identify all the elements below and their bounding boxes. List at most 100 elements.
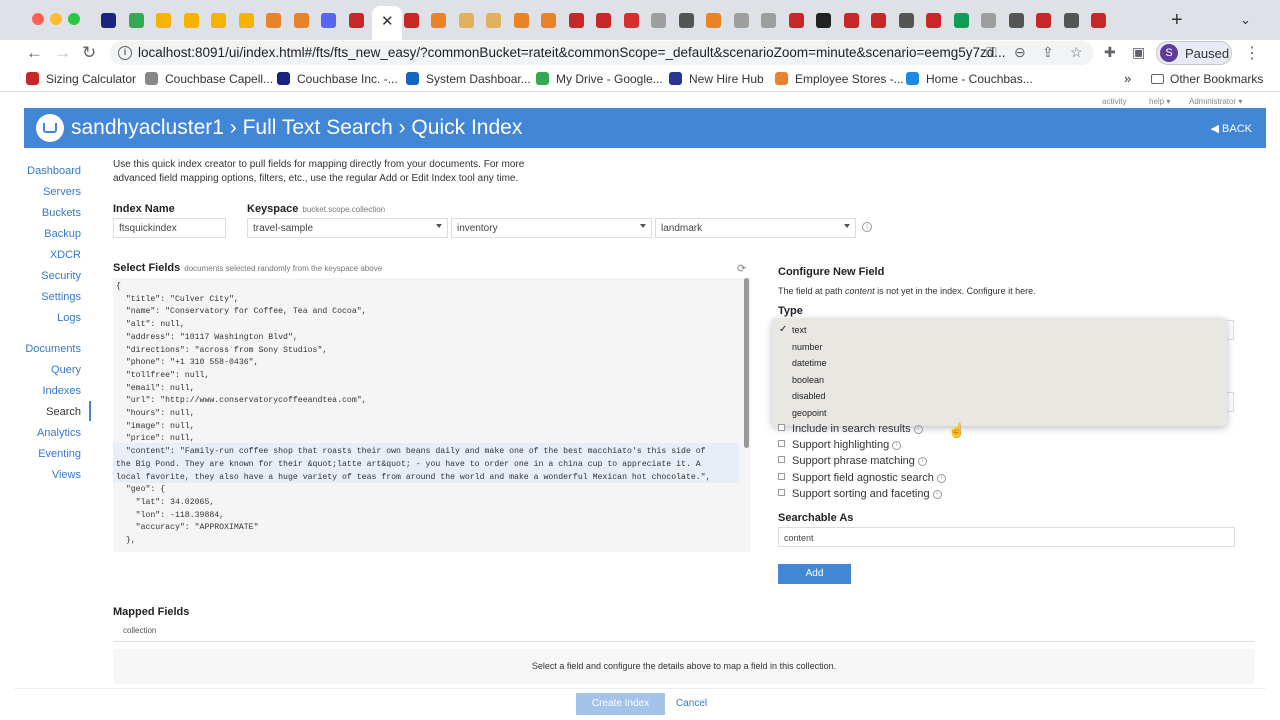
tab-favicon[interactable] [981,13,996,28]
info-icon[interactable]: i [913,425,923,434]
checkbox[interactable] [778,424,785,431]
collection-select[interactable]: landmark [655,218,856,238]
type-option-disabled[interactable]: disabled [792,391,826,401]
tab-search-icon[interactable]: ⌄ [1240,12,1251,28]
bookmarks-overflow-button[interactable]: » [1124,71,1131,86]
sidebar-item-views[interactable]: Views [52,469,81,481]
type-option-datetime[interactable]: datetime [792,358,827,368]
tab-favicon[interactable] [596,13,611,28]
type-option-text[interactable]: text [792,325,807,335]
json-line[interactable]: "email": null, [116,384,195,393]
sidebar-item-eventing[interactable]: Eventing [38,448,81,460]
type-option-number[interactable]: number [792,342,823,352]
type-option-boolean[interactable]: boolean [792,375,824,385]
json-line[interactable]: the Big Pond. They are known for their &… [116,460,701,469]
tab-favicon[interactable] [348,13,364,28]
new-tab-button[interactable]: + [1171,9,1183,32]
bookmark-item[interactable]: Home - Couchbas... [906,72,1033,86]
close-window-button[interactable] [32,13,44,25]
sidebar-item-indexes[interactable]: Indexes [42,385,81,397]
bookmark-item[interactable]: Employee Stores -... [775,72,904,86]
info-icon[interactable]: i [892,441,902,451]
tab-favicon[interactable] [1063,13,1079,28]
tab-favicon[interactable] [843,13,859,28]
sidebar-item-buckets[interactable]: Buckets [42,207,81,219]
refresh-icon[interactable]: ⟳ [737,262,746,275]
tab-favicon[interactable] [651,13,666,28]
tab-favicon[interactable] [816,13,831,28]
cancel-link[interactable]: Cancel [676,698,707,709]
index-name-input[interactable]: ftsquickindex [113,218,226,238]
tab-favicon[interactable] [431,13,446,28]
json-scrollbar[interactable] [744,278,749,448]
sidebar-item-settings[interactable]: Settings [41,291,81,303]
tab-favicon[interactable] [898,13,914,28]
json-line[interactable]: "accuracy": "APPROXIMATE" [116,523,259,532]
tab-favicon[interactable] [321,13,336,28]
bookmark-item[interactable]: My Drive - Google... [536,72,663,86]
json-line[interactable]: "directions": "across from Sony Studios"… [116,346,327,355]
activity-link[interactable]: activity [1102,97,1126,106]
couchbase-logo[interactable] [36,114,64,142]
searchable-as-input[interactable]: content [778,527,1235,547]
tab-favicon[interactable] [156,13,171,28]
bookmark-item[interactable]: Couchbase Inc. -... [277,72,398,86]
sidebar-item-xdcr[interactable]: XDCR [50,249,81,261]
tab-favicon[interactable] [761,13,776,28]
sidebar-item-analytics[interactable]: Analytics [37,427,81,439]
back-arrow-icon[interactable]: ← [26,43,43,63]
share-icon[interactable]: ⇪ [1042,44,1054,61]
scope-select[interactable]: inventory [451,218,652,238]
tab-favicon[interactable] [733,13,749,28]
checkbox-row[interactable]: Support highlighting i [778,439,902,451]
json-line[interactable]: "image": null, [116,422,195,431]
sidebar-item-logs[interactable]: Logs [57,312,81,324]
tab-favicon[interactable] [101,13,116,28]
browser-menu-icon[interactable]: ⋮ [1244,43,1260,63]
info-icon[interactable]: i [862,222,872,232]
json-line[interactable]: "geo": { [116,485,165,494]
bookmark-item[interactable]: System Dashboar... [406,72,531,86]
back-link[interactable]: ◀ BACK [1211,122,1252,135]
json-line[interactable]: "hours": null, [116,409,195,418]
tab-favicon[interactable] [678,13,694,28]
json-line[interactable]: "content": "Family-run coffee shop that … [116,447,706,456]
json-line[interactable]: local favorite, they also have a huge va… [116,473,711,482]
checkbox-row[interactable]: Support phrase matching i [778,455,927,467]
tab-favicon[interactable] [1008,13,1024,28]
bookmark-item[interactable]: Couchbase Capell... [145,72,273,86]
json-line[interactable]: "phone": "+1 310 558-0436", [116,358,259,367]
tab-favicon[interactable] [293,13,309,28]
reading-list-icon[interactable]: ▣ [1132,44,1145,61]
tab-favicon[interactable] [926,13,941,28]
tab-favicon[interactable] [458,13,474,28]
tab-favicon[interactable] [403,13,419,28]
tab-favicon[interactable] [128,13,144,28]
json-line[interactable]: "address": "10117 Washington Blvd", [116,333,298,342]
tab-favicon[interactable] [953,13,969,28]
tab-favicon[interactable] [238,13,254,28]
json-line[interactable]: "tollfree": null, [116,371,210,380]
sidebar-item-backup[interactable]: Backup [44,228,81,240]
forward-arrow-icon[interactable]: → [54,43,71,63]
minimize-window-button[interactable] [50,13,62,25]
tab-favicon[interactable] [513,13,529,28]
tab-favicon[interactable] [266,13,281,28]
bookmark-star-icon[interactable]: ☆ [1070,44,1083,61]
tab-favicon[interactable] [1036,13,1051,28]
tab-favicon[interactable] [183,13,199,28]
sidebar-item-documents[interactable]: Documents [25,343,81,355]
close-tab-icon[interactable]: ✕ [381,12,394,30]
create-index-button[interactable]: Create Index [576,693,665,715]
bookmark-item[interactable]: Sizing Calculator [26,72,136,86]
bucket-select[interactable]: travel-sample [247,218,448,238]
json-line[interactable]: }, [116,536,136,545]
reload-icon[interactable]: ↻ [82,43,96,63]
site-info-icon[interactable]: i [118,46,132,60]
checkbox-row[interactable]: Include in search results i [778,423,923,435]
type-option-geopoint[interactable]: geopoint [792,408,827,418]
info-icon[interactable]: i [917,457,927,467]
json-line[interactable]: "lat": 34.02065, [116,498,215,507]
key-icon[interactable]: ⚿ [986,44,997,61]
sidebar-item-servers[interactable]: Servers [43,186,81,198]
